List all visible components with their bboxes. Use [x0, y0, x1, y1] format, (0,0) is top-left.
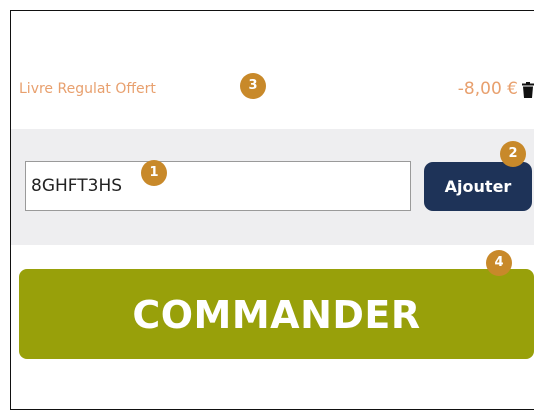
- add-code-button[interactable]: Ajouter: [424, 162, 532, 211]
- trash-icon[interactable]: [522, 82, 534, 98]
- discount-label: Livre Regulat Offert: [19, 81, 156, 97]
- discount-row: Livre Regulat Offert -8,00 €: [19, 78, 534, 102]
- marker-4: 4: [486, 250, 512, 276]
- marker-3: 3: [240, 73, 266, 99]
- discount-amount: -8,00 €: [457, 79, 518, 99]
- marker-1: 1: [141, 160, 167, 186]
- promo-code-panel: Ajouter: [11, 129, 534, 245]
- marker-2: 2: [500, 141, 526, 167]
- promo-code-input[interactable]: [25, 161, 411, 211]
- order-button[interactable]: COMMANDER: [19, 269, 534, 359]
